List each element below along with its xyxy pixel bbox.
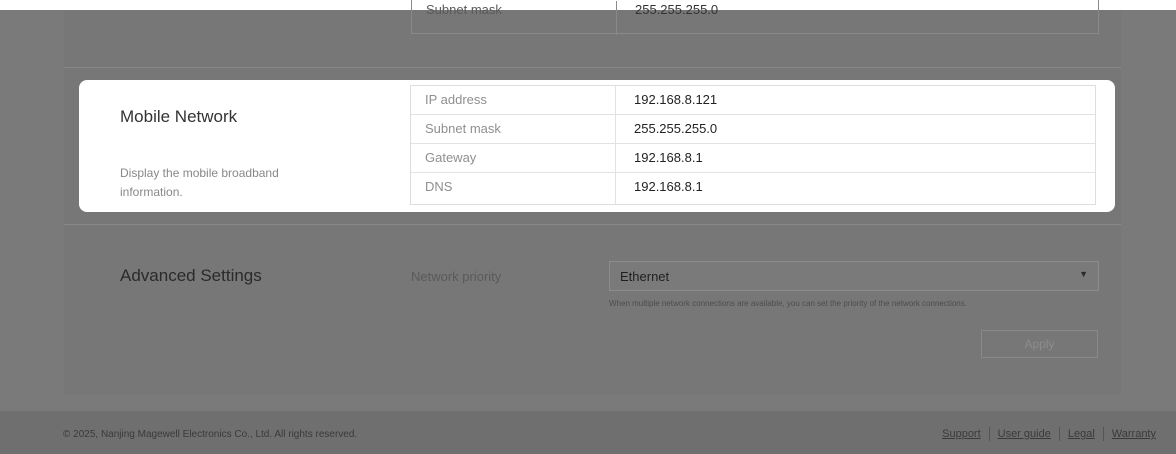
section-description: Display the mobile broadband information…: [120, 166, 279, 199]
footer-links: Support User guide Legal Warranty: [942, 427, 1156, 441]
network-priority-hint: When multiple network connections are av…: [609, 299, 967, 308]
row-value: 192.168.8.121: [634, 92, 718, 107]
row-key: IP address: [411, 86, 616, 114]
mobile-network-table: IP address 192.168.8.121 Subnet mask 255…: [410, 85, 1096, 205]
row-key: DNS: [411, 173, 616, 204]
row-value: 192.168.8.1: [634, 150, 703, 165]
table-row: DNS 192.168.8.1: [411, 173, 1095, 204]
row-key: Subnet mask: [412, 1, 617, 35]
warranty-link[interactable]: Warranty: [1112, 428, 1156, 440]
row-value: 255.255.255.0: [634, 121, 718, 136]
divider: [64, 224, 1121, 225]
divider: [64, 67, 1121, 68]
link-separator: [1102, 427, 1104, 441]
table-row: IP address 192.168.8.121: [411, 86, 1095, 115]
network-priority-select[interactable]: Ethernet ▼: [609, 261, 1099, 291]
link-separator: [988, 427, 990, 441]
row-key: Gateway: [411, 144, 616, 172]
row-key: Subnet mask: [411, 115, 616, 143]
table-row: Subnet mask 255.255.255.0: [412, 0, 1098, 35]
row-value: 192.168.8.1: [634, 179, 703, 194]
table-row: Gateway 192.168.8.1: [411, 144, 1095, 173]
legal-link[interactable]: Legal: [1068, 428, 1095, 440]
chevron-down-icon: ▼: [1079, 269, 1088, 279]
network-priority-label: Network priority: [411, 269, 502, 284]
link-separator: [1058, 427, 1060, 441]
advanced-settings-title: Advanced Settings: [120, 266, 262, 285]
copyright-text: © 2025, Nanjing Magewell Electronics Co.…: [63, 429, 358, 440]
table-row: Subnet mask 255.255.255.0: [411, 115, 1095, 144]
support-link[interactable]: Support: [942, 428, 981, 440]
ethernet-info-table: Subnet mask 255.255.255.0: [411, 0, 1099, 35]
mobile-network-card: Mobile Network Display the mobile broadb…: [79, 80, 1115, 212]
section-title: Mobile Network: [120, 107, 238, 126]
user-guide-link[interactable]: User guide: [998, 428, 1051, 440]
row-value: 255.255.255.0: [635, 2, 719, 17]
select-value: Ethernet: [620, 269, 670, 284]
apply-button[interactable]: Apply: [981, 330, 1098, 358]
